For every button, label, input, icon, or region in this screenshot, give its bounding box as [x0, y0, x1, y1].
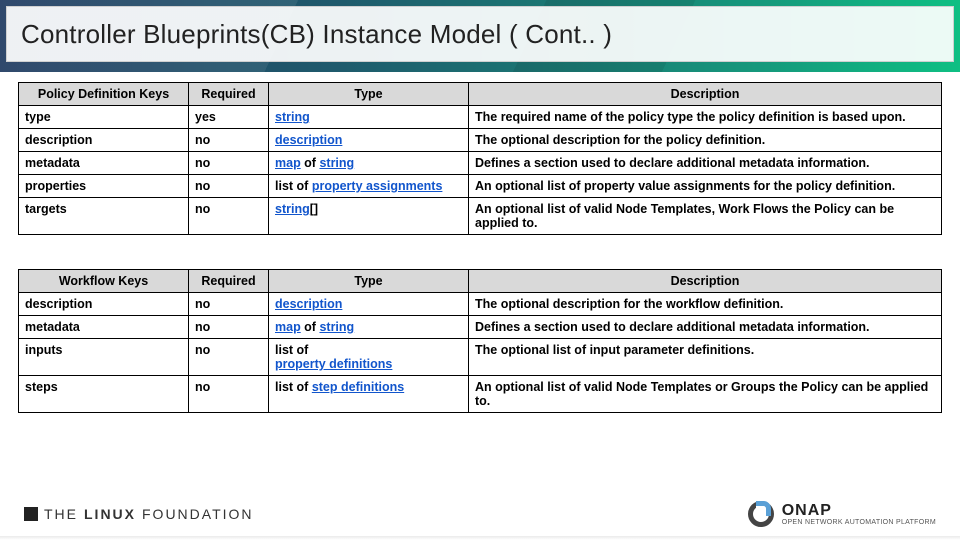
onap-logo: ONAP OPEN NETWORK AUTOMATION PLATFORM — [748, 501, 936, 527]
table-row: typeyes string The required name of the po… — [19, 106, 942, 129]
required-cell: no — [189, 293, 269, 316]
required-cell: no — [189, 175, 269, 198]
key-cell: description — [19, 129, 189, 152]
linux-foundation-logo: THE LINUX FOUNDATION — [24, 506, 254, 522]
policy-definition-table: Policy Definition KeysRequiredTypeDescri… — [18, 82, 942, 235]
type-cell: map of string — [269, 316, 469, 339]
lf-text-foundation: FOUNDATION — [142, 506, 254, 522]
table-row: targetsnostring[]An optional list of val… — [19, 198, 942, 235]
type-link[interactable]: property definitions — [275, 357, 392, 371]
table-row: metadatanomap of stringDefines a section… — [19, 152, 942, 175]
required-cell: yes — [189, 106, 269, 129]
column-header: Workflow Keys — [19, 270, 189, 293]
tables-area: Policy Definition KeysRequiredTypeDescri… — [18, 82, 942, 447]
column-header: Description — [469, 83, 942, 106]
description-cell: Defines a section used to declare additi… — [469, 316, 942, 339]
lf-text-linux: LINUX — [84, 506, 136, 522]
key-cell: metadata — [19, 152, 189, 175]
footer: THE LINUX FOUNDATION ONAP OPEN NETWORK A… — [0, 496, 960, 532]
description-cell: An optional list of property value assig… — [469, 175, 942, 198]
footer-shadow — [0, 536, 960, 540]
key-cell: steps — [19, 376, 189, 413]
key-cell: targets — [19, 198, 189, 235]
workflow-keys-table: Workflow KeysRequiredTypeDescription des… — [18, 269, 942, 413]
type-cell: list of property assignments — [269, 175, 469, 198]
type-cell: string[] — [269, 198, 469, 235]
type-cell: list of step definitions — [269, 376, 469, 413]
table-row: descriptionnodescriptionThe optional des… — [19, 129, 942, 152]
key-cell: type — [19, 106, 189, 129]
table-row: stepsnolist of step definitionsAn option… — [19, 376, 942, 413]
key-cell: metadata — [19, 316, 189, 339]
onap-title: ONAP — [782, 503, 936, 519]
type-cell: list ofproperty definitions — [269, 339, 469, 376]
key-cell: properties — [19, 175, 189, 198]
description-cell: The optional description for the policy … — [469, 129, 942, 152]
required-cell: no — [189, 152, 269, 175]
column-header: Type — [269, 270, 469, 293]
type-link[interactable]: string — [319, 320, 354, 334]
type-link[interactable]: description — [275, 133, 342, 147]
required-cell: no — [189, 129, 269, 152]
table-row: metadatanomap of stringDefines a section… — [19, 316, 942, 339]
column-header: Type — [269, 83, 469, 106]
type-link[interactable]: string — [275, 202, 310, 216]
type-cell: string — [269, 106, 469, 129]
type-link[interactable]: map — [275, 156, 301, 170]
description-cell: The optional list of input parameter def… — [469, 339, 942, 376]
required-cell: no — [189, 339, 269, 376]
description-cell: The optional description for the workflo… — [469, 293, 942, 316]
column-header: Required — [189, 270, 269, 293]
description-cell: An optional list of valid Node Templates… — [469, 376, 942, 413]
table-row: descriptionnodescriptionThe optional des… — [19, 293, 942, 316]
onap-subtitle: OPEN NETWORK AUTOMATION PLATFORM — [782, 519, 936, 526]
required-cell: no — [189, 376, 269, 413]
type-cell: description — [269, 129, 469, 152]
table-row: propertiesnolist of property assignments… — [19, 175, 942, 198]
type-cell: description — [269, 293, 469, 316]
type-link[interactable]: map — [275, 320, 301, 334]
required-cell: no — [189, 316, 269, 339]
column-header: Required — [189, 83, 269, 106]
description-cell: Defines a section used to declare additi… — [469, 152, 942, 175]
description-cell: The required name of the policy type the… — [469, 106, 942, 129]
type-link[interactable]: string — [275, 110, 310, 124]
slide-title: Controller Blueprints(CB) Instance Model… — [6, 6, 954, 62]
type-cell: map of string — [269, 152, 469, 175]
column-header: Policy Definition Keys — [19, 83, 189, 106]
lf-text-the: THE — [44, 506, 78, 522]
type-link[interactable]: step definitions — [312, 380, 404, 394]
onap-ring-icon — [748, 501, 774, 527]
type-link[interactable]: property assignments — [312, 179, 443, 193]
description-cell: An optional list of valid Node Templates… — [469, 198, 942, 235]
table-row: inputsnolist ofproperty definitionsThe o… — [19, 339, 942, 376]
key-cell: inputs — [19, 339, 189, 376]
type-link[interactable]: description — [275, 297, 342, 311]
required-cell: no — [189, 198, 269, 235]
column-header: Description — [469, 270, 942, 293]
key-cell: description — [19, 293, 189, 316]
square-icon — [24, 507, 38, 521]
type-link[interactable]: string — [319, 156, 354, 170]
